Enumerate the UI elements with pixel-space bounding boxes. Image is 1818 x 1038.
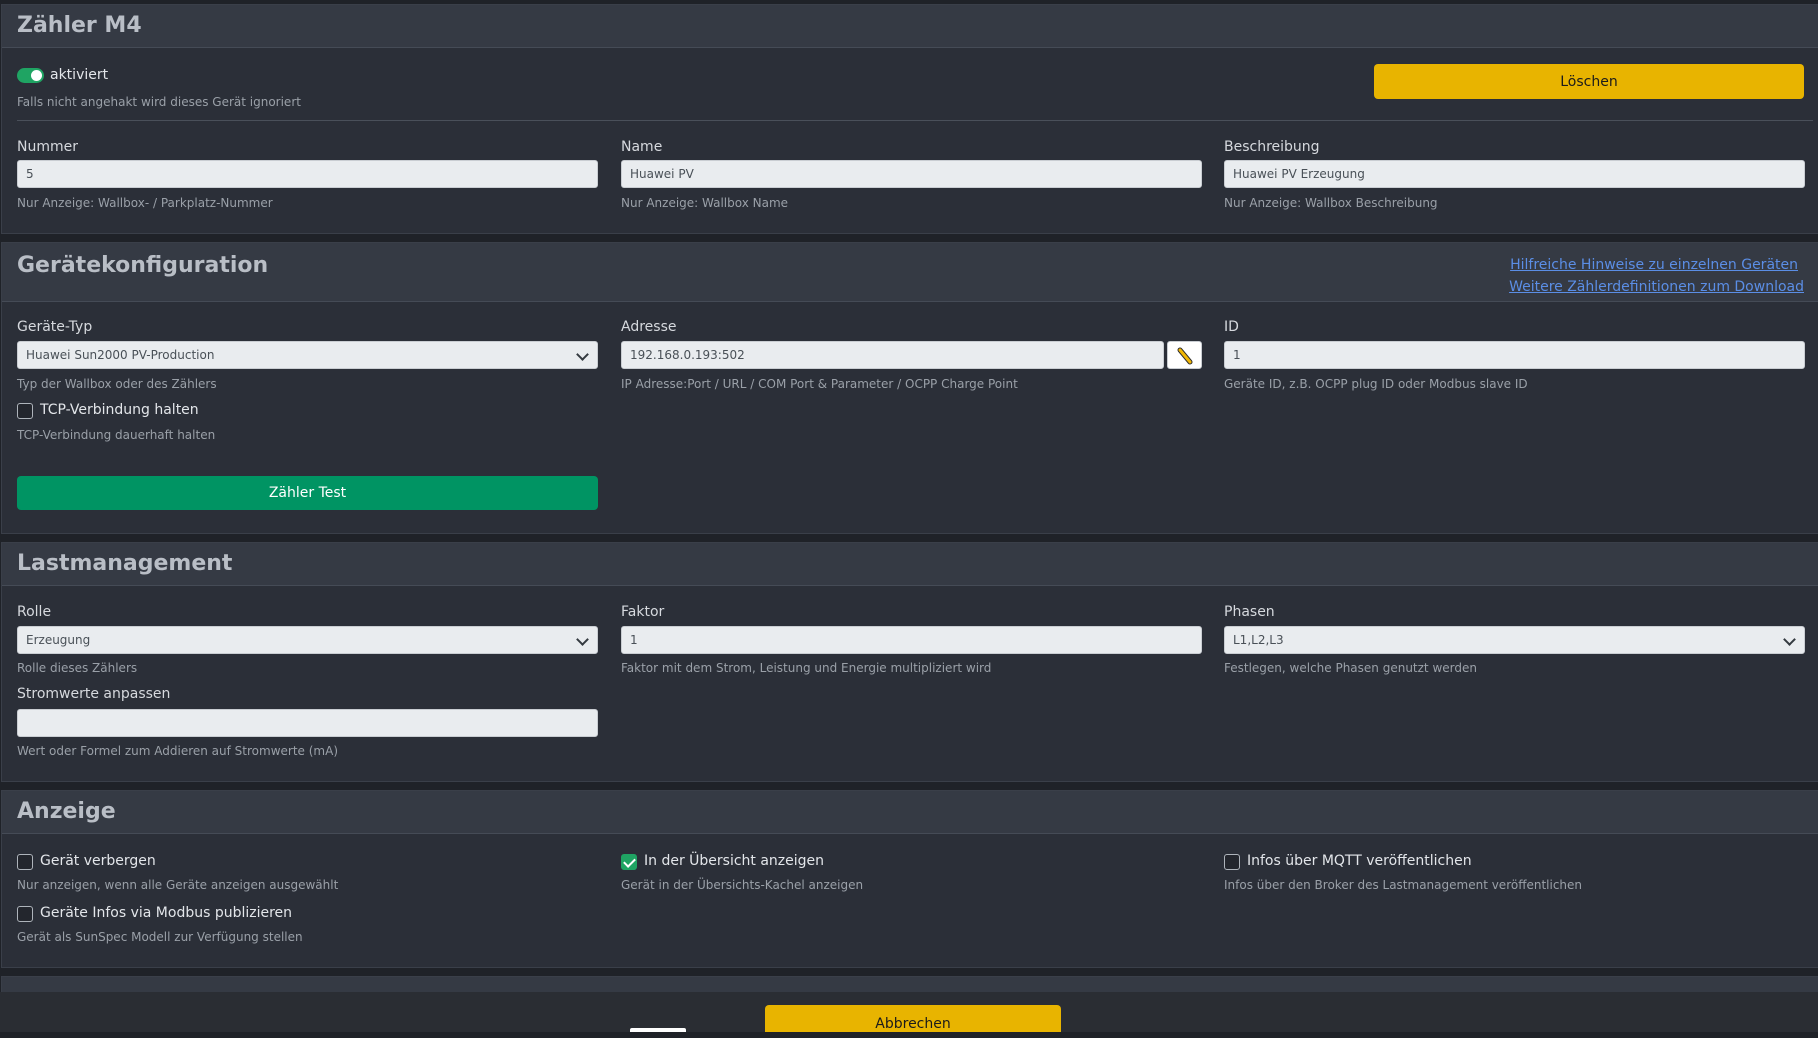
address-hint: IP Adresse:Port / URL / COM Port & Param… (621, 377, 1018, 391)
load-panel: Lastmanagement Rolle Erzeugung Rolle die… (1, 542, 1818, 782)
device-panel-header: Gerätekonfiguration Hilfreiche Hinweise … (2, 243, 1818, 302)
phases-select[interactable]: L1,L2,L3 (1224, 626, 1805, 654)
role-hint: Rolle dieses Zählers (17, 661, 138, 675)
adjust-input[interactable] (17, 709, 598, 737)
enabled-toggle[interactable] (17, 68, 44, 83)
chevron-down-icon (576, 633, 589, 646)
role-label: Rolle (17, 604, 52, 620)
meter-test-button[interactable]: Zähler Test (17, 476, 598, 510)
name-label: Name (621, 139, 663, 155)
phases-value: L1,L2,L3 (1233, 633, 1284, 647)
tcp-hint: TCP-Verbindung dauerhaft halten (17, 428, 216, 442)
delete-button[interactable]: Löschen (1374, 64, 1804, 99)
address-input[interactable] (621, 341, 1164, 369)
number-input[interactable] (17, 160, 598, 188)
device-panel: Gerätekonfiguration Hilfreiche Hinweise … (1, 242, 1818, 534)
adjust-label: Stromwerte anpassen (17, 686, 171, 702)
tcp-checkbox[interactable] (17, 403, 33, 419)
role-select[interactable]: Erzeugung (17, 626, 598, 654)
mqtt-hint: Infos über den Broker des Lastmanagement… (1224, 878, 1583, 892)
display-panel: Anzeige Gerät verbergen Nur anzeigen, we… (1, 790, 1818, 968)
overview-label: In der Übersicht anzeigen (644, 853, 825, 869)
meter-panel-header: Zähler M4 (2, 5, 1818, 48)
chevron-down-icon (576, 348, 589, 361)
device-type-label: Geräte-Typ (17, 319, 93, 335)
display-title: Anzeige (17, 799, 116, 824)
description-hint: Nur Anzeige: Wallbox Beschreibung (1224, 196, 1438, 210)
mqtt-label: Infos über MQTT veröffentlichen (1247, 853, 1472, 869)
chevron-down-icon (1783, 633, 1796, 646)
description-input[interactable] (1224, 160, 1805, 188)
factor-input[interactable] (621, 626, 1202, 654)
name-hint: Nur Anzeige: Wallbox Name (621, 196, 789, 210)
phases-label: Phasen (1224, 604, 1275, 620)
id-input[interactable] (1224, 341, 1805, 369)
cancel-button[interactable]: Abbrechen (765, 1005, 1061, 1032)
overview-hint: Gerät in der Übersichts-Kachel anzeigen (621, 878, 864, 892)
modbus-label: Geräte Infos via Modbus publizieren (40, 905, 293, 921)
address-label: Adresse (621, 319, 677, 335)
mqtt-checkbox[interactable] (1224, 854, 1240, 870)
device-type-hint: Typ der Wallbox oder des Zählers (17, 377, 217, 391)
hints-link[interactable]: Hilfreiche Hinweise zu einzelnen Geräten (1510, 257, 1798, 273)
hide-device-label: Gerät verbergen (40, 853, 156, 869)
role-value: Erzeugung (26, 633, 91, 647)
hide-device-hint: Nur anzeigen, wenn alle Geräte anzeigen … (17, 878, 339, 892)
footer-bar: Abbrechen (0, 992, 1818, 1032)
factor-label: Faktor (621, 604, 665, 620)
meter-panel: Zähler M4 aktiviert Falls nicht angehakt… (1, 4, 1818, 234)
modbus-hint: Gerät als SunSpec Modell zur Verfügung s… (17, 930, 303, 944)
number-label: Nummer (17, 139, 78, 155)
device-type-select[interactable]: Huawei Sun2000 PV-Production (17, 341, 598, 369)
footer-small-button[interactable] (630, 1028, 686, 1032)
divider (17, 120, 1813, 121)
device-type-value: Huawei Sun2000 PV-Production (26, 348, 215, 362)
download-link[interactable]: Weitere Zählerdefinitionen zum Download (1509, 279, 1804, 295)
display-panel-header: Anzeige (2, 791, 1818, 834)
enabled-label: aktiviert (50, 67, 109, 83)
enabled-hint: Falls nicht angehakt wird dieses Gerät i… (17, 95, 301, 109)
load-panel-header: Lastmanagement (2, 543, 1818, 586)
edit-address-button[interactable] (1167, 341, 1202, 369)
load-title: Lastmanagement (17, 551, 233, 576)
meter-title: Zähler M4 (17, 13, 142, 38)
phases-hint: Festlegen, welche Phasen genutzt werden (1224, 661, 1477, 675)
description-label: Beschreibung (1224, 139, 1320, 155)
adjust-hint: Wert oder Formel zum Addieren auf Stromw… (17, 744, 338, 758)
id-hint: Geräte ID, z.B. OCPP plug ID oder Modbus… (1224, 377, 1528, 391)
pencil-icon (1177, 347, 1193, 365)
overview-checkbox[interactable] (621, 854, 637, 870)
hide-device-checkbox[interactable] (17, 854, 33, 870)
tcp-label: TCP-Verbindung halten (40, 402, 199, 418)
name-input[interactable] (621, 160, 1202, 188)
factor-hint: Faktor mit dem Strom, Leistung und Energ… (621, 661, 992, 675)
id-label: ID (1224, 319, 1239, 335)
modbus-checkbox[interactable] (17, 906, 33, 922)
number-hint: Nur Anzeige: Wallbox- / Parkplatz-Nummer (17, 196, 273, 210)
